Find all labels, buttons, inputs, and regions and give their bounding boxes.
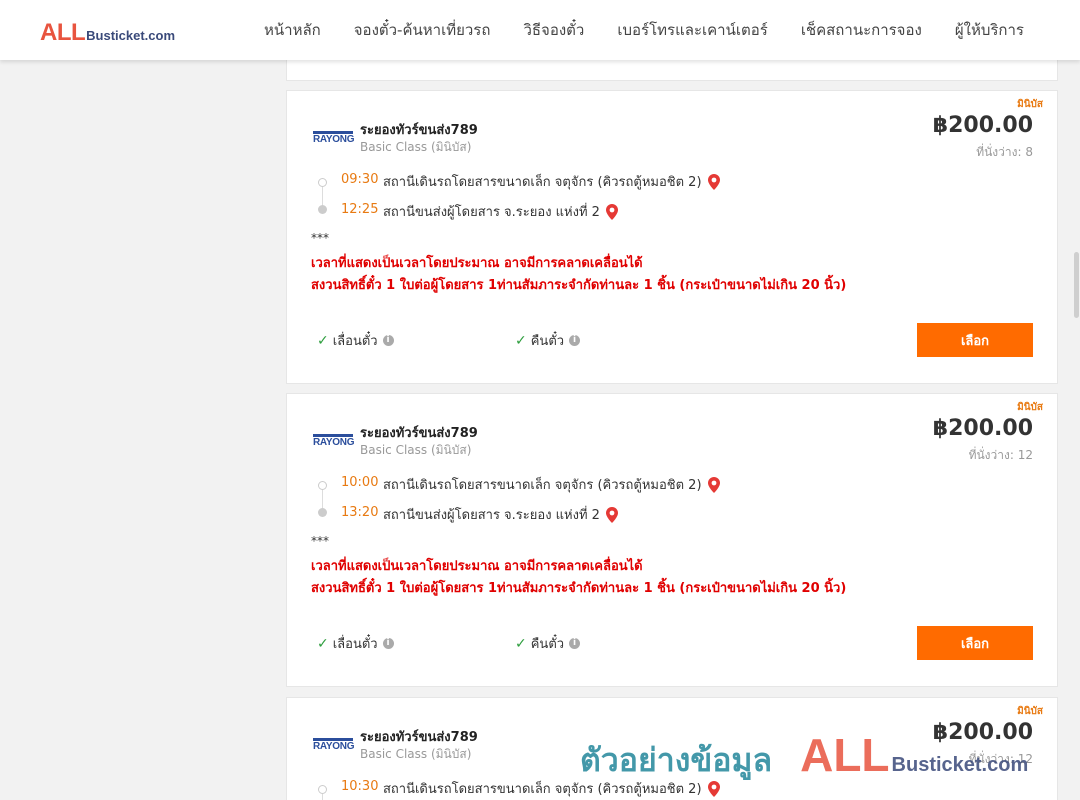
check-icon: ✓ <box>317 332 329 349</box>
trip-card: มินิบัส RAYONG ระยองทัวร์ขนส่ง789 Basic … <box>286 90 1058 384</box>
page-scrollbar[interactable] <box>1072 0 1080 800</box>
operator-name: ระยองทัวร์ขนส่ง789 <box>360 730 478 745</box>
operator-logo-text: RAYONG <box>313 437 355 448</box>
info-icon[interactable]: i <box>382 638 394 649</box>
nav-home[interactable]: หน้าหลัก <box>248 18 337 42</box>
check-icon: ✓ <box>317 635 329 652</box>
info-icon[interactable]: i <box>569 638 581 649</box>
map-pin-icon[interactable] <box>707 780 720 797</box>
depart-station-label: สถานีเดินรถโดยสารขนาดเล็ก จตุจักร (คิวรถ… <box>383 175 702 190</box>
operator-logo: RAYONG <box>313 738 355 752</box>
note-luggage: สงวนสิทธิ์ตั๋ว 1 ใบต่อผู้โดยสาร 1ท่านสัม… <box>311 581 847 596</box>
arrive-time: 12:25 <box>341 202 379 217</box>
bus-class: Basic Class (มินิบัส) <box>360 747 472 761</box>
note-luggage: สงวนสิทธิ์ตั๋ว 1 ใบต่อผู้โดยสาร 1ท่านสัม… <box>311 278 847 293</box>
trip-card: มินิบัส RAYONG ระยองทัวร์ขนส่ง789 Basic … <box>286 697 1058 800</box>
map-pin-icon[interactable] <box>707 476 720 493</box>
feature-reschedule: ✓ เลื่อนตั๋ว i <box>317 633 394 654</box>
depart-dot <box>318 481 327 490</box>
depart-station-label: สถานีเดินรถโดยสารขนาดเล็ก จตุจักร (คิวรถ… <box>383 478 702 493</box>
depart-time: 10:30 <box>341 779 379 794</box>
depart-station: สถานีเดินรถโดยสารขนาดเล็ก จตุจักร (คิวรถ… <box>383 171 720 192</box>
arrive-station: สถานีขนส่งผู้โดยสาร จ.ระยอง แห่งที่ 2 <box>383 504 618 525</box>
check-icon: ✓ <box>515 635 527 652</box>
bus-type-badge: มินิบัส <box>1017 402 1043 413</box>
nav-how-to-book[interactable]: วิธีจองตั๋ว <box>507 18 600 42</box>
operator-logo: RAYONG <box>313 131 355 145</box>
arrive-station-label: สถานีขนส่งผู้โดยสาร จ.ระยอง แห่งที่ 2 <box>383 205 600 220</box>
map-pin-icon[interactable] <box>707 173 720 190</box>
depart-station: สถานีเดินรถโดยสารขนาดเล็ก จตุจักร (คิวรถ… <box>383 474 720 495</box>
seats-available: ที่นั่งว่าง: 8 <box>976 145 1033 159</box>
note-stars: *** <box>311 534 329 548</box>
bus-type-badge: มินิบัส <box>1017 706 1043 717</box>
bus-class: Basic Class (มินิบัส) <box>360 443 472 457</box>
site-logo[interactable]: ALL Busticket.com <box>40 19 176 46</box>
feature-reschedule-label: เลื่อนตั๋ว <box>332 334 378 349</box>
operator-logo-text: RAYONG <box>313 741 355 752</box>
seats-available: ที่นั่งว่าง: 12 <box>968 752 1033 766</box>
depart-dot <box>318 785 327 794</box>
depart-station-label: สถานีเดินรถโดยสารขนาดเล็ก จตุจักร (คิวรถ… <box>383 782 702 797</box>
ticket-price: ฿200.00 <box>932 720 1033 745</box>
nav-booking-status[interactable]: เช็คสถานะการจอง <box>785 18 938 42</box>
arrive-station: สถานีขนส่งผู้โดยสาร จ.ระยอง แห่งที่ 2 <box>383 201 618 222</box>
note-time-estimate: เวลาที่แสดงเป็นเวลาโดยประมาณ อาจมีการคลา… <box>311 559 643 574</box>
arrive-station-label: สถานีขนส่งผู้โดยสาร จ.ระยอง แห่งที่ 2 <box>383 508 600 523</box>
depart-time: 09:30 <box>341 172 379 187</box>
map-pin-icon[interactable] <box>605 203 618 220</box>
feature-refund: ✓ คืนตั๋ว i <box>515 633 581 654</box>
feature-reschedule-label: เลื่อนตั๋ว <box>332 637 378 652</box>
nav-phone-counters[interactable]: เบอร์โทรและเคาน์เตอร์ <box>601 18 783 42</box>
nav-operators[interactable]: ผู้ให้บริการ <box>939 18 1040 42</box>
bus-class: Basic Class (มินิบัส) <box>360 140 472 154</box>
ticket-price: ฿200.00 <box>932 416 1033 441</box>
select-trip-button[interactable]: เลือก <box>917 323 1033 357</box>
nav-book-search[interactable]: จองตั๋ว-ค้นหาเที่ยวรถ <box>338 18 507 42</box>
feature-refund: ✓ คืนตั๋ว i <box>515 330 581 351</box>
scrollbar-thumb[interactable] <box>1074 252 1079 318</box>
arrive-dot <box>318 205 327 214</box>
site-header: ALL Busticket.com หน้าหลัก จองตั๋ว-ค้นหา… <box>0 0 1080 60</box>
main-nav: หน้าหลัก จองตั๋ว-ค้นหาเที่ยวรถ วิธีจองตั… <box>248 0 1040 60</box>
info-icon[interactable]: i <box>382 335 394 346</box>
operator-logo-text: RAYONG <box>313 134 355 145</box>
depart-station: สถานีเดินรถโดยสารขนาดเล็ก จตุจักร (คิวรถ… <box>383 778 720 799</box>
feature-refund-label: คืนตั๋ว <box>530 637 565 652</box>
arrive-time: 13:20 <box>341 505 379 520</box>
bus-type-badge: มินิบัส <box>1017 99 1043 110</box>
depart-time: 10:00 <box>341 475 379 490</box>
ticket-price: ฿200.00 <box>932 113 1033 138</box>
logo-domain-text: Busticket.com <box>86 28 176 43</box>
seats-available: ที่นั่งว่าง: 12 <box>968 448 1033 462</box>
note-stars: *** <box>311 231 329 245</box>
feature-reschedule: ✓ เลื่อนตั๋ว i <box>317 330 394 351</box>
depart-dot <box>318 178 327 187</box>
select-trip-button[interactable]: เลือก <box>917 626 1033 660</box>
feature-refund-label: คืนตั๋ว <box>530 334 565 349</box>
arrive-dot <box>318 508 327 517</box>
operator-name: ระยองทัวร์ขนส่ง789 <box>360 426 478 441</box>
check-icon: ✓ <box>515 332 527 349</box>
map-pin-icon[interactable] <box>605 506 618 523</box>
info-icon[interactable]: i <box>569 335 581 346</box>
trip-card: มินิบัส RAYONG ระยองทัวร์ขนส่ง789 Basic … <box>286 393 1058 687</box>
note-time-estimate: เวลาที่แสดงเป็นเวลาโดยประมาณ อาจมีการคลา… <box>311 256 643 271</box>
operator-name: ระยองทัวร์ขนส่ง789 <box>360 123 478 138</box>
operator-logo: RAYONG <box>313 434 355 448</box>
logo-all-text: ALL <box>40 19 86 46</box>
